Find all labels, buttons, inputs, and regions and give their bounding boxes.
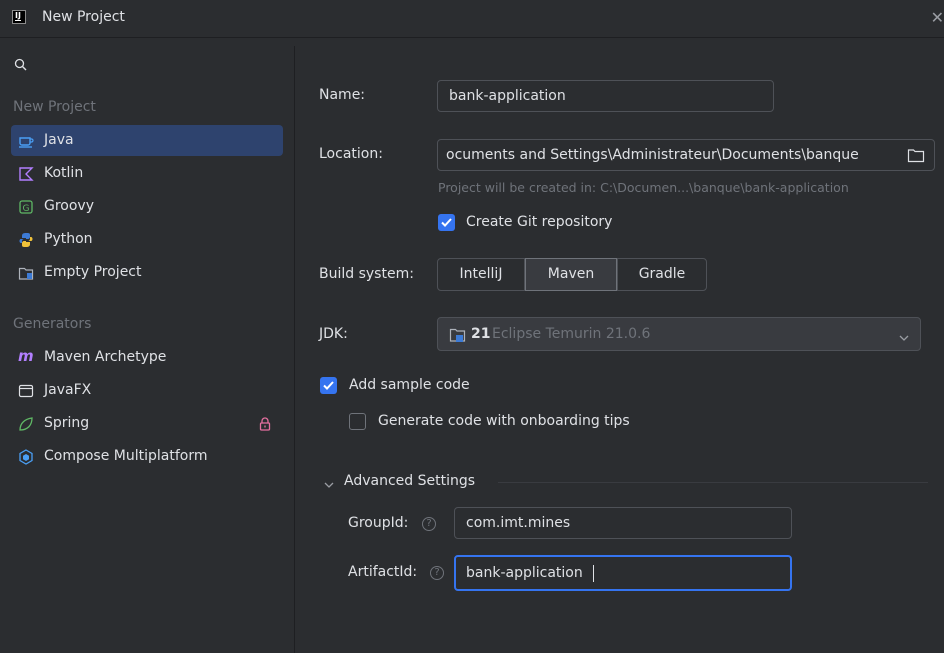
sidebar-item-label: Java [44,132,74,148]
sidebar-item-python[interactable]: Python [11,224,283,255]
help-icon[interactable]: ? [430,566,444,580]
sidebar-item-groovy[interactable]: G Groovy [11,191,283,222]
build-system-label: Build system: [319,266,414,282]
sidebar-item-label: Empty Project [44,264,142,280]
sidebar-item-compose-multiplatform[interactable]: Compose Multiplatform [11,441,283,472]
lock-icon [258,416,272,436]
onboarding-tips-label: Generate code with onboarding tips [378,413,630,429]
location-label: Location: [319,146,383,162]
title-bar: IJ New Project ✕ [0,0,944,38]
chevron-down-icon[interactable] [324,477,334,493]
jdk-dropdown[interactable]: 21 Eclipse Temurin 21.0.6 [437,317,921,351]
folder-browse-icon[interactable] [907,148,925,167]
group-id-label: GroupId: [348,515,409,531]
sidebar-item-kotlin[interactable]: Kotlin [11,158,283,189]
location-field-value: ocuments and Settings\Administrateur\Doc… [446,147,859,163]
sidebar-item-label: Groovy [44,198,94,214]
advanced-settings-divider [498,482,928,483]
sidebar-item-label: Compose Multiplatform [44,448,208,464]
artifact-id-label: ArtifactId: [348,564,418,580]
jdk-folder-icon [449,327,467,347]
sidebar-item-label: Spring [44,415,90,431]
sidebar-item-label: Kotlin [44,165,84,181]
sidebar-item-label: Maven Archetype [44,349,167,365]
add-sample-code-label: Add sample code [349,377,470,393]
jdk-version: 21 [471,326,491,342]
project-settings-form: Name: bank-application Location: ocument… [295,46,944,653]
onboarding-tips-checkbox[interactable] [349,413,366,430]
jdk-label: JDK: [319,326,348,342]
build-system-gradle[interactable]: Gradle [617,258,707,291]
sidebar-item-java[interactable]: Java [11,125,283,156]
artifact-id-field[interactable]: bank-application [454,555,792,591]
svg-text:G: G [23,204,30,214]
kotlin-icon [18,166,34,182]
intellij-logo-icon: IJ [12,10,26,24]
name-field[interactable]: bank-application [437,80,774,112]
window-title: New Project [42,9,125,25]
compose-icon [18,449,34,465]
text-caret [593,565,594,582]
sidebar-item-empty-project[interactable]: Empty Project [11,257,283,288]
name-field-value: bank-application [449,88,566,104]
sidebar-item-maven-archetype[interactable]: m Maven Archetype [11,342,283,373]
close-icon[interactable]: ✕ [931,8,944,27]
build-system-intellij[interactable]: IntelliJ [437,258,525,291]
location-hint: Project will be created in: C:\Documen..… [438,180,849,195]
group-id-field[interactable]: com.imt.mines [454,507,792,539]
help-icon[interactable]: ? [422,517,436,531]
sidebar-item-javafx[interactable]: JavaFX [11,375,283,406]
sidebar-item-label: JavaFX [44,382,92,398]
group-id-value: com.imt.mines [466,515,571,531]
search-icon[interactable] [14,58,28,76]
create-git-label: Create Git repository [466,214,613,230]
section-new-project: New Project [13,99,96,115]
artifact-id-value: bank-application [466,565,583,581]
spring-leaf-icon [18,416,34,432]
advanced-settings-toggle[interactable]: Advanced Settings [344,473,475,489]
maven-icon: m [18,347,34,365]
chevron-down-icon [899,330,909,346]
create-git-checkbox[interactable] [438,214,455,231]
sidebar-item-spring[interactable]: Spring [11,408,283,439]
sidebar-item-label: Python [44,231,93,247]
name-label: Name: [319,87,366,103]
groovy-icon: G [18,199,34,215]
jdk-name: Eclipse Temurin 21.0.6 [492,326,651,342]
javafx-window-icon [18,383,34,399]
section-generators: Generators [13,316,92,332]
sidebar: New Project Java Kotlin G Groovy Python … [8,46,295,653]
python-icon [18,232,34,248]
build-system-maven[interactable]: Maven [525,258,617,291]
java-cup-icon [18,133,34,149]
location-field[interactable]: ocuments and Settings\Administrateur\Doc… [437,139,935,171]
empty-project-icon [18,265,34,281]
add-sample-code-checkbox[interactable] [320,377,337,394]
